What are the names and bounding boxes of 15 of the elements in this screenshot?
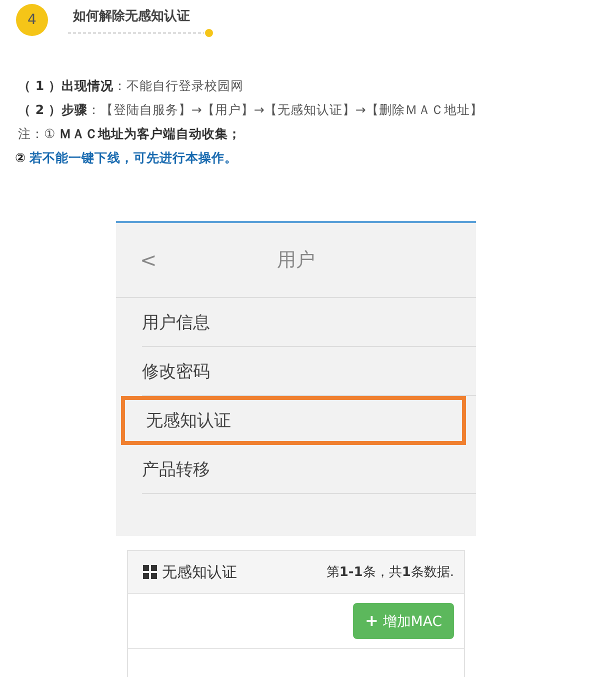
- highlighted-note: 若不能一键下线，可先进行本操作。: [30, 150, 238, 165]
- grid-icon: [143, 565, 157, 579]
- screen-title: 用户: [277, 248, 315, 273]
- circled-number: ②: [15, 150, 26, 165]
- record-count: 第1-1条，共1条数据.: [326, 564, 454, 581]
- panel-title: 无感知认证: [162, 562, 237, 582]
- step-number: 4: [16, 4, 48, 36]
- instruction-text: 注：① ＭＡＣ地址为客户端自动收集；: [18, 125, 242, 143]
- step-title: 如何解除无感知认证: [72, 8, 191, 25]
- menu-item[interactable]: 无感知认证: [121, 396, 466, 445]
- instruction-text: （ 2 ）步骤：【登陆自服务】→【用户】→【无感知认证】→【删除ＭＡＣ地址】: [18, 101, 484, 119]
- menu-item[interactable]: 修改密码: [142, 347, 476, 396]
- instruction-text: （ 1 ）出现情况：不能自行登录校园网: [18, 77, 244, 95]
- menu-item[interactable]: 用户信息: [142, 298, 476, 347]
- menu-item[interactable]: 产品转移: [142, 445, 476, 494]
